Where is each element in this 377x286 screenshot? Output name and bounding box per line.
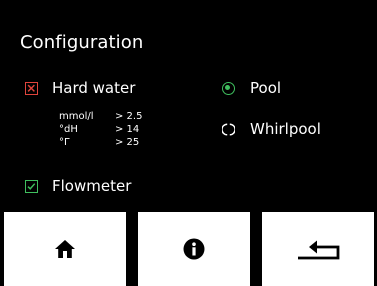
pool-radio[interactable] [222, 82, 235, 95]
info-icon [183, 238, 205, 260]
whirlpool-label[interactable]: Whirlpool [250, 119, 321, 139]
hard-water-label[interactable]: Hard water [52, 78, 135, 98]
back-icon [298, 240, 340, 260]
checkmark-icon [27, 183, 36, 190]
page-title: Configuration [20, 32, 144, 53]
threshold-unit: mmol/l [59, 111, 94, 122]
bottom-nav [0, 212, 377, 286]
back-button[interactable] [262, 212, 374, 286]
flowmeter-checkbox[interactable] [25, 180, 38, 193]
flowmeter-label[interactable]: Flowmeter [52, 176, 131, 196]
radio-unselected-icon [222, 123, 235, 136]
home-button[interactable] [4, 212, 126, 286]
hard-water-checkbox[interactable] [25, 82, 38, 95]
threshold-value: > 14 [115, 124, 140, 135]
pool-label[interactable]: Pool [250, 78, 281, 98]
threshold-unit: °Г [59, 137, 71, 148]
whirlpool-radio[interactable] [222, 123, 235, 136]
home-icon [55, 240, 75, 258]
radio-selected-dot [225, 85, 231, 91]
cross-icon [27, 84, 35, 92]
threshold-value: > 25 [115, 137, 140, 148]
threshold-unit: °dH [59, 124, 78, 135]
info-button[interactable] [138, 212, 250, 286]
threshold-value: > 2.5 [115, 111, 143, 122]
